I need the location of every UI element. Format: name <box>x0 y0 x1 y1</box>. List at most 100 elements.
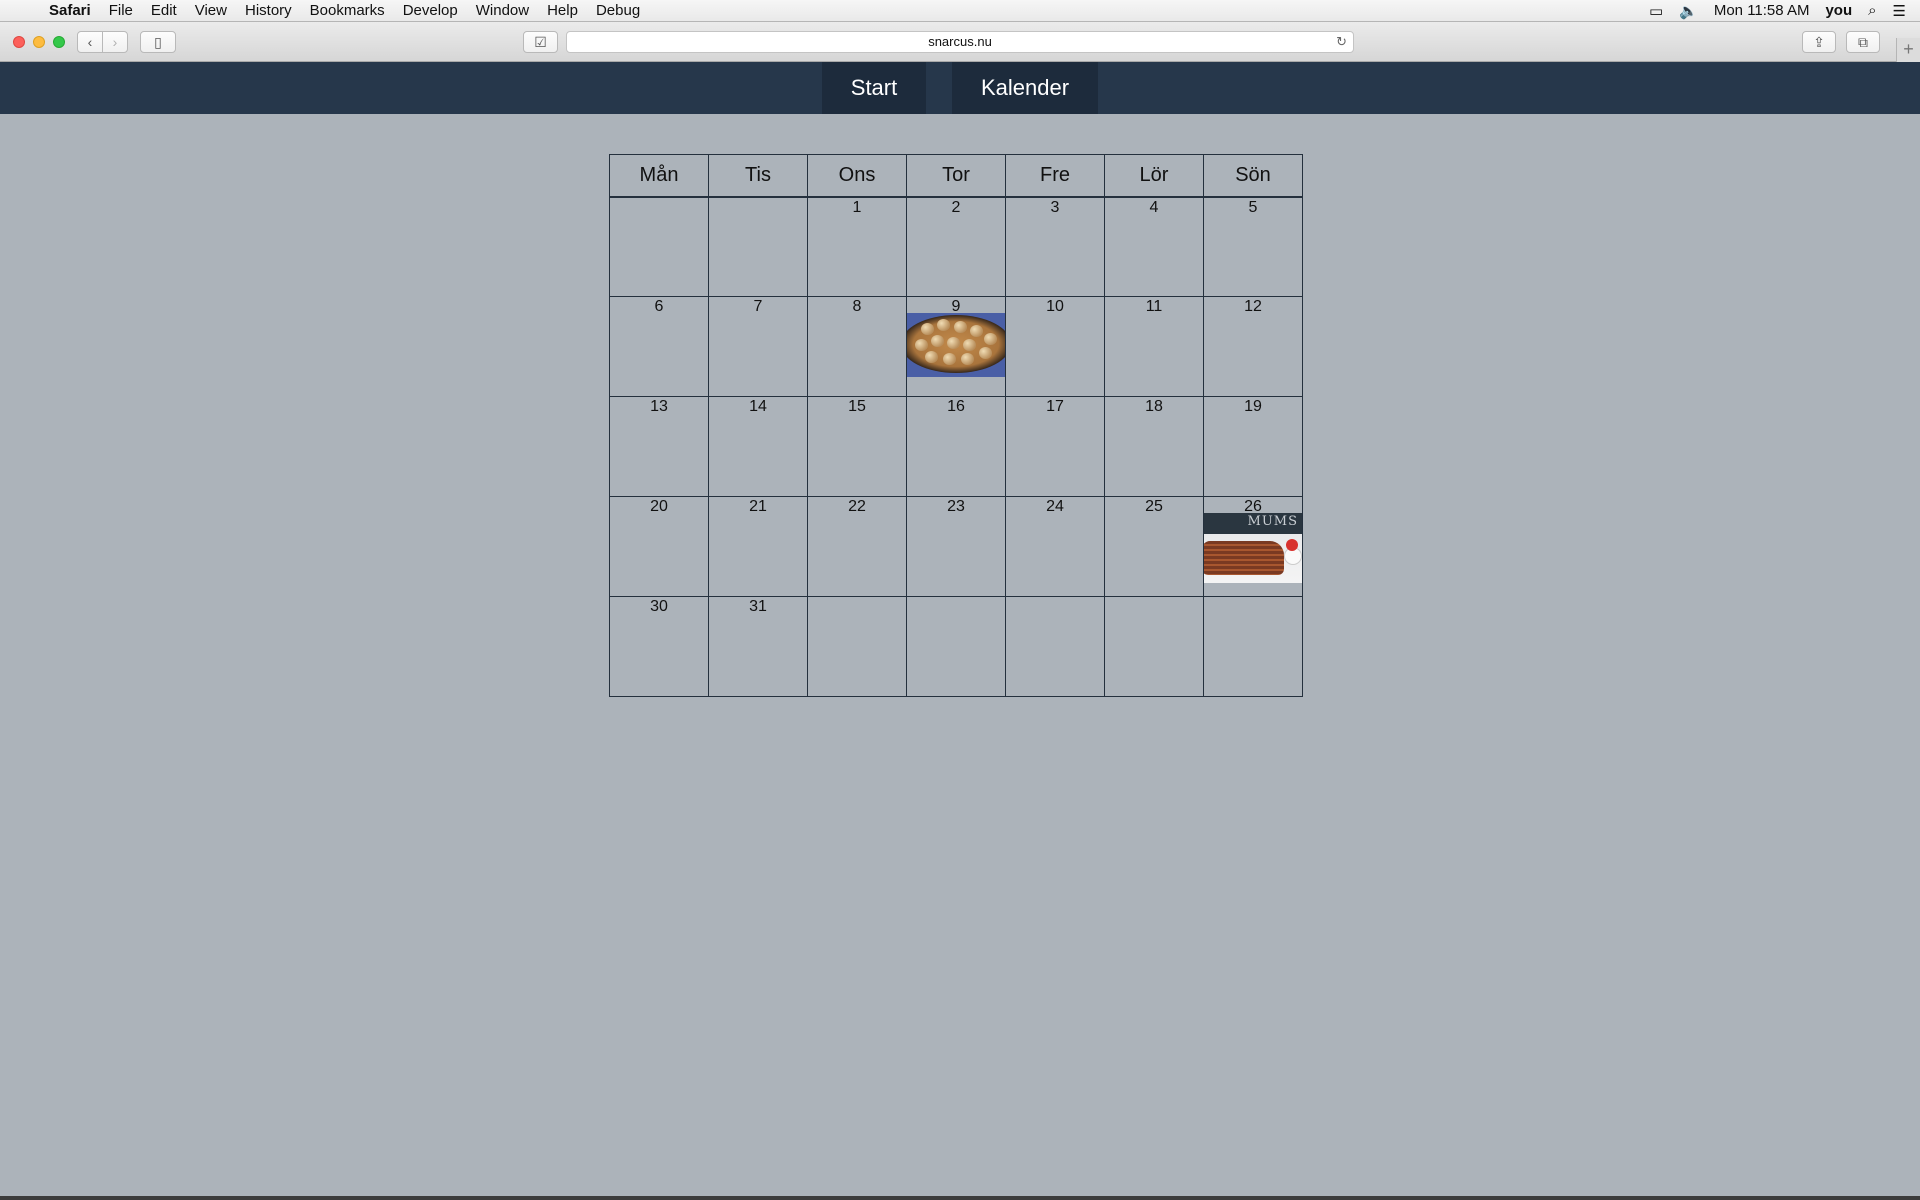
close-window-button[interactable] <box>13 36 25 48</box>
meatballs-photo[interactable] <box>907 313 1005 377</box>
day-number: 30 <box>650 598 668 615</box>
calendar-day-cell[interactable]: 17 <box>1005 396 1105 497</box>
calendar-day-cell[interactable]: 13 <box>609 396 709 497</box>
calendar-day-cell[interactable]: 15 <box>807 396 907 497</box>
day-number <box>1105 597 1203 599</box>
day-number <box>907 597 1005 599</box>
calendar-day-cell[interactable]: 26 MUMS <box>1203 496 1303 597</box>
notification-center-icon[interactable]: ☰ <box>1893 2 1906 20</box>
menu-edit[interactable]: Edit <box>151 0 177 22</box>
day-number: 31 <box>749 598 767 615</box>
zoom-window-button[interactable] <box>53 36 65 48</box>
calendar-day-cell[interactable]: 30 <box>609 596 709 697</box>
address-text: snarcus.nu <box>928 34 992 49</box>
plus-icon: + <box>1903 39 1914 59</box>
calendar-day-cell[interactable]: 24 <box>1005 496 1105 597</box>
nav-link-start[interactable]: Start <box>822 62 926 114</box>
calendar-day-cell[interactable]: 22 <box>807 496 907 597</box>
day-number: 8 <box>852 298 862 315</box>
meatball <box>979 347 992 359</box>
day-number: 6 <box>654 298 664 315</box>
menu-view[interactable]: View <box>195 0 227 22</box>
minimize-window-button[interactable] <box>33 36 45 48</box>
menu-debug[interactable]: Debug <box>596 0 640 22</box>
calendar-day-cell <box>1203 596 1303 697</box>
calendar-day-cell[interactable]: 11 <box>1104 296 1204 397</box>
weekday-header: Sön <box>1203 154 1303 198</box>
calendar-day-cell[interactable]: 8 <box>807 296 907 397</box>
meatball <box>961 353 974 365</box>
spotlight-search-icon[interactable]: ⌕ <box>1868 2 1876 19</box>
calendar-day-cell[interactable]: 4 <box>1104 196 1204 297</box>
pancakes-photo[interactable]: MUMS <box>1204 513 1302 583</box>
meatball <box>921 323 934 335</box>
airplay-icon[interactable]: ▭ <box>1649 2 1663 20</box>
clock[interactable]: Mon 11:58 AM <box>1714 2 1810 19</box>
menu-safari[interactable]: Safari <box>49 0 91 22</box>
day-number: 12 <box>1244 298 1262 315</box>
calendar-day-cell[interactable]: 31 <box>708 596 808 697</box>
calendar-day-cell[interactable]: 6 <box>609 296 709 397</box>
sidebar-toggle-button[interactable]: ▯ <box>140 31 176 53</box>
day-number: 15 <box>848 398 866 415</box>
menu-window[interactable]: Window <box>476 0 529 22</box>
menu-bookmarks[interactable]: Bookmarks <box>310 0 385 22</box>
forward-button[interactable]: › <box>102 31 128 53</box>
strawberry-shape <box>1286 539 1298 551</box>
day-number: 5 <box>1248 198 1258 216</box>
day-number: 2 <box>951 198 961 216</box>
meatball <box>963 339 976 351</box>
day-number: 13 <box>650 398 668 415</box>
calendar-day-cell[interactable]: 1 <box>807 196 907 297</box>
nav-link-kalender[interactable]: Kalender <box>952 62 1098 114</box>
meatball <box>970 325 983 337</box>
menu-develop[interactable]: Develop <box>403 0 458 22</box>
calendar-day-cell <box>906 596 1006 697</box>
menu-file[interactable]: File <box>109 0 133 22</box>
calendar-day-cell[interactable]: 3 <box>1005 196 1105 297</box>
new-tab-button[interactable]: + <box>1896 38 1920 62</box>
reader-icon: ☑ <box>534 33 547 50</box>
calendar-day-cell[interactable]: 20 <box>609 496 709 597</box>
meatball <box>943 353 956 365</box>
chalkboard-text: MUMS <box>1247 514 1298 529</box>
menu-help[interactable]: Help <box>547 0 578 22</box>
menu-history[interactable]: History <box>245 0 292 22</box>
user-name[interactable]: you <box>1825 2 1852 19</box>
calendar-day-cell[interactable]: 23 <box>906 496 1006 597</box>
calendar-day-cell[interactable]: 7 <box>708 296 808 397</box>
calendar-day-cell[interactable]: 14 <box>708 396 808 497</box>
calendar-day-cell[interactable]: 2 <box>906 196 1006 297</box>
meatball <box>931 335 944 347</box>
calendar-day-cell[interactable]: 21 <box>708 496 808 597</box>
back-button[interactable]: ‹ <box>77 31 103 53</box>
calendar-day-cell[interactable]: 19 <box>1203 396 1303 497</box>
weekday-header: Mån <box>609 154 709 198</box>
calendar-day-cell[interactable]: 12 <box>1203 296 1303 397</box>
calendar-day-cell[interactable]: 25 <box>1104 496 1204 597</box>
day-number <box>1204 597 1302 599</box>
calendar-day-cell <box>1104 596 1204 697</box>
calendar-week-row: 20 21 22 23 24 25 26 MUMS <box>609 496 1303 597</box>
calendar-day-cell[interactable]: 16 <box>906 396 1006 497</box>
volume-icon[interactable]: 🔈 <box>1679 2 1698 20</box>
calendar-day-cell[interactable]: 9 <box>906 296 1006 397</box>
calendar-day-cell[interactable]: 10 <box>1005 296 1105 397</box>
day-number: 23 <box>947 498 965 515</box>
weekday-header: Ons <box>807 154 907 198</box>
show-tabs-button[interactable]: ⧉ <box>1846 31 1880 53</box>
day-number: 14 <box>749 398 767 415</box>
reader-button[interactable]: ☑ <box>523 31 558 53</box>
day-number: 25 <box>1145 498 1163 515</box>
calendar-day-cell[interactable]: 5 <box>1203 196 1303 297</box>
reload-icon[interactable]: ↻ <box>1336 32 1347 52</box>
menu-bar: Safari File Edit View History Bookmarks … <box>0 0 1920 22</box>
day-number <box>610 198 708 200</box>
day-number: 18 <box>1145 398 1163 415</box>
share-button[interactable]: ⇪ <box>1802 31 1836 53</box>
day-number: 10 <box>1046 298 1064 315</box>
calendar-day-cell[interactable]: 18 <box>1104 396 1204 497</box>
address-bar[interactable]: snarcus.nu ↻ <box>566 31 1354 53</box>
weekday-header-row: Mån Tis Ons Tor Fre Lör Sön <box>609 154 1303 198</box>
tabs-icon: ⧉ <box>1858 33 1868 50</box>
